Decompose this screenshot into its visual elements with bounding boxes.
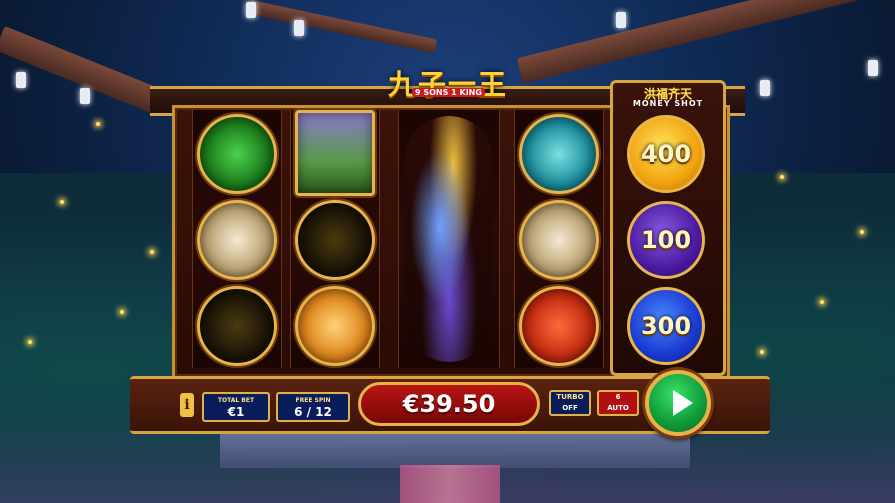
turbo-label: TURBO xyxy=(556,393,584,401)
toad-symbol xyxy=(295,200,375,280)
lantern-icon xyxy=(294,20,304,36)
firefly xyxy=(760,350,764,354)
reel-1 xyxy=(192,110,282,368)
red-lion-symbol xyxy=(519,286,599,366)
firefly xyxy=(60,200,64,204)
total-bet-display[interactable]: TOTAL BET €1 xyxy=(202,392,270,422)
ribbon-decoration xyxy=(400,465,500,503)
total-bet-label: TOTAL BET xyxy=(217,397,255,404)
money-coin-blue: 300 xyxy=(627,287,705,365)
turbo-button[interactable]: TURBO OFF xyxy=(549,390,591,416)
spin-button[interactable] xyxy=(645,370,711,436)
ox-symbol xyxy=(197,200,277,280)
reel-4 xyxy=(514,110,604,368)
auto-button[interactable]: 6 AUTO xyxy=(597,390,639,416)
machine-base xyxy=(220,428,690,468)
lantern-icon xyxy=(16,72,26,88)
ox-symbol xyxy=(519,200,599,280)
auto-label: AUTO xyxy=(607,404,629,412)
auto-count: 6 xyxy=(615,393,621,401)
firefly xyxy=(96,122,100,126)
tiger-symbol xyxy=(295,286,375,366)
turbo-state: OFF xyxy=(562,404,578,412)
reel-3 xyxy=(398,110,500,368)
palace-symbol xyxy=(295,110,375,196)
blue-lion-symbol xyxy=(519,114,599,194)
money-coin-purple: 100 xyxy=(627,201,705,279)
game-logo-subtitle: 9 SONS 1 KING xyxy=(412,88,485,97)
lantern-icon xyxy=(80,88,90,104)
free-spin-label: FREE SPIN xyxy=(295,397,331,404)
total-bet-value: €1 xyxy=(227,405,245,419)
firefly xyxy=(150,250,154,254)
balance-display: €39.50 xyxy=(358,382,540,426)
reel-2 xyxy=(290,110,380,368)
lantern-icon xyxy=(760,80,770,96)
money-shot-subtitle: MONEY SHOT xyxy=(632,99,704,108)
toad-symbol xyxy=(197,286,277,366)
money-shot-panel: 洪福齐天 MONEY SHOT 400 100 300 xyxy=(610,80,726,376)
info-button[interactable]: i xyxy=(180,393,194,417)
firefly xyxy=(860,230,864,234)
free-spin-display: FREE SPIN 6 / 12 xyxy=(276,392,350,422)
free-spin-value: 6 / 12 xyxy=(294,405,332,419)
money-coin-gold: 400 xyxy=(627,115,705,193)
lantern-icon xyxy=(246,2,256,18)
firefly xyxy=(28,340,32,344)
play-icon xyxy=(673,390,693,416)
lantern-icon xyxy=(868,60,878,76)
dragon-wild-symbol xyxy=(405,116,493,362)
firefly xyxy=(120,310,124,314)
green-beast-symbol xyxy=(197,114,277,194)
firefly xyxy=(780,175,784,179)
lantern-icon xyxy=(616,12,626,28)
game-logo: 九子一王 xyxy=(387,68,508,101)
firefly xyxy=(820,300,824,304)
